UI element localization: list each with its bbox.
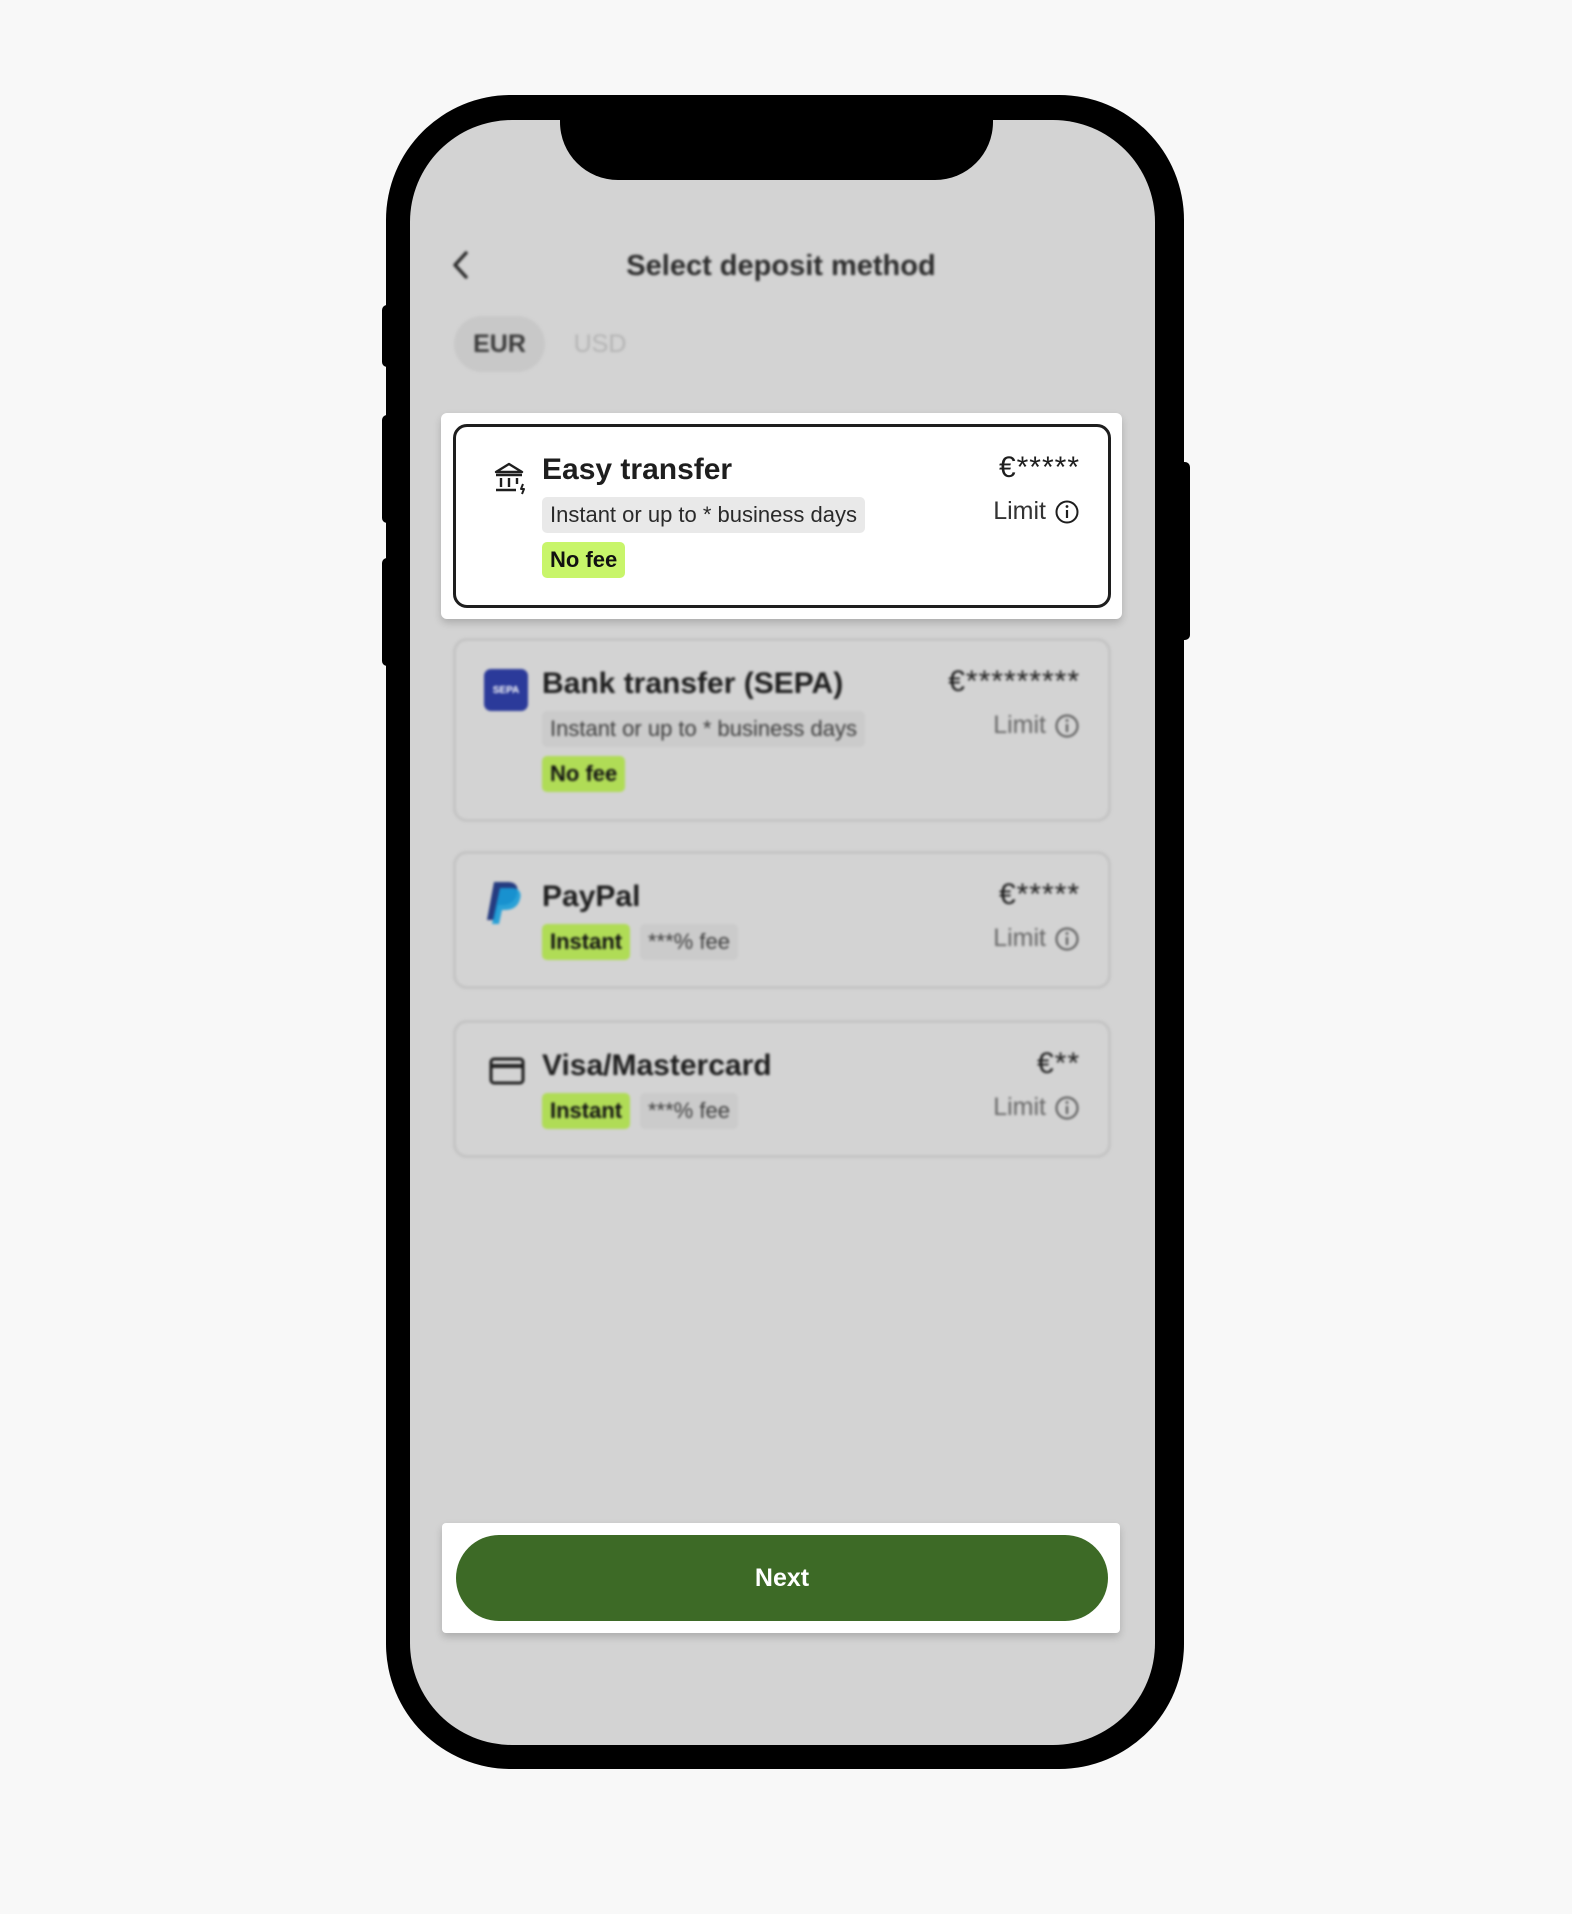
method-card-visa-mastercard[interactable]: Visa/Mastercard Instant ***% fee €** Lim… bbox=[453, 1020, 1111, 1158]
paypal-icon bbox=[487, 882, 521, 924]
page-title: Select deposit method bbox=[626, 250, 936, 282]
method-amount: €** bbox=[1036, 1047, 1080, 1080]
method-card-paypal[interactable]: PayPal Instant ***% fee €***** Limit bbox=[453, 851, 1111, 989]
method-subtitle: Instant or up to * business days bbox=[542, 497, 865, 533]
limit-label: Limit bbox=[993, 1093, 1046, 1121]
method-title: Bank transfer (SEPA) bbox=[542, 667, 844, 700]
back-button[interactable] bbox=[448, 248, 474, 282]
info-icon bbox=[1055, 1096, 1079, 1119]
limit-info[interactable]: Limit bbox=[993, 1093, 1080, 1122]
sepa-icon-text: SEPA bbox=[492, 684, 520, 696]
tab-usd[interactable]: USD bbox=[560, 316, 640, 372]
next-button[interactable]: Next bbox=[456, 1535, 1108, 1621]
method-amount: €***** bbox=[998, 878, 1080, 911]
chevron-left-icon bbox=[453, 251, 468, 279]
method-title: Visa/Mastercard bbox=[542, 1049, 772, 1082]
limit-info[interactable]: Limit bbox=[993, 711, 1080, 740]
fee-chip: ***% fee bbox=[640, 1093, 738, 1129]
limit-info[interactable]: Limit bbox=[993, 924, 1080, 953]
limit-label: Limit bbox=[993, 497, 1046, 525]
limit-label: Limit bbox=[993, 924, 1046, 952]
phone-notch bbox=[560, 118, 993, 180]
tab-eur[interactable]: EUR bbox=[454, 316, 545, 372]
limit-info[interactable]: Limit bbox=[993, 497, 1080, 526]
limit-label: Limit bbox=[993, 711, 1046, 739]
credit-card-icon bbox=[489, 1057, 525, 1085]
fee-badge: No fee bbox=[542, 756, 626, 792]
fee-badge: Instant bbox=[542, 924, 631, 960]
fee-badge: No fee bbox=[542, 542, 626, 578]
bank-icon bbox=[494, 462, 525, 495]
method-subtitle: Instant or up to * business days bbox=[542, 711, 865, 747]
fee-chip: ***% fee bbox=[640, 924, 738, 960]
sepa-icon: SEPA bbox=[484, 669, 528, 711]
info-icon bbox=[1055, 500, 1079, 523]
method-card-sepa[interactable]: SEPA Bank transfer (SEPA) Instant or up … bbox=[453, 638, 1111, 822]
method-title: Easy transfer bbox=[542, 453, 733, 486]
method-card-easy-transfer[interactable]: Easy transfer Instant or up to * busines… bbox=[453, 424, 1111, 608]
info-icon bbox=[1055, 927, 1079, 950]
method-title: PayPal bbox=[542, 880, 641, 913]
method-amount: €********* bbox=[948, 665, 1080, 698]
method-amount: €***** bbox=[998, 451, 1080, 484]
info-icon bbox=[1055, 714, 1079, 737]
fee-badge: Instant bbox=[542, 1093, 631, 1129]
